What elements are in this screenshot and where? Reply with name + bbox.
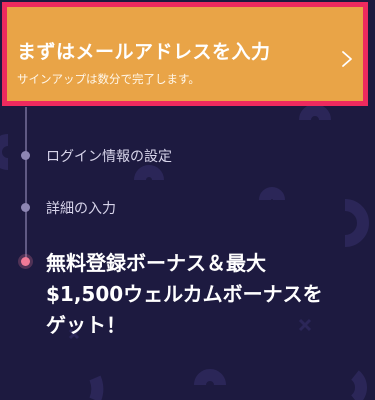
banner-subtitle: サインアップは数分で完了します。 (17, 72, 200, 86)
bonus-line-2: $1,500ウェルカムボーナスを (46, 282, 323, 306)
email-entry-banner[interactable]: まずはメールアドレスを入力 サインアップは数分で完了します。 (2, 2, 368, 106)
deco-arc (299, 104, 331, 121)
deco-arc (89, 375, 104, 400)
signup-screen: まずはメールアドレスを入力 サインアップは数分で完了します。 ログイン情報の設定… (0, 0, 375, 400)
deco-arc (0, 134, 9, 170)
deco-arc (344, 199, 369, 247)
deco-arc (134, 165, 164, 181)
deco-arc (259, 187, 285, 201)
deco-arc (194, 369, 226, 386)
step-dot-bonus (21, 257, 30, 266)
step-dot-login (21, 151, 30, 160)
step-enter-details: 詳細の入力 (46, 201, 116, 217)
banner-title: まずはメールアドレスを入力 (17, 41, 271, 63)
timeline-line (25, 107, 27, 262)
bonus-line-3: ゲット！ (46, 313, 126, 337)
step-login-settings: ログイン情報の設定 (46, 149, 172, 165)
bonus-line-1: 無料登録ボーナス＆最大 (46, 251, 266, 275)
step-dot-details (21, 203, 30, 212)
chevron-right-icon (342, 51, 352, 67)
step-bonus: 無料登録ボーナス＆最大 $1,500ウェルカムボーナスを ゲット！ (46, 248, 366, 341)
deco-arc (350, 370, 367, 400)
